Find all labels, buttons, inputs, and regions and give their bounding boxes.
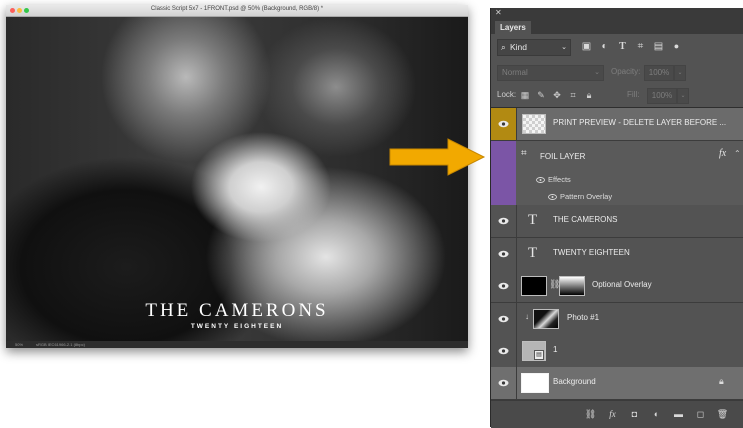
new-adjustment-layer-icon[interactable]: ◐ (650, 408, 663, 421)
eye-icon (498, 217, 509, 225)
layer-thumbnail: ▤ (522, 341, 546, 361)
layer-name: 1 (553, 345, 558, 354)
effects-label: Effects (548, 175, 571, 184)
eye-icon (498, 282, 509, 290)
type-filter-icon[interactable]: T (615, 39, 630, 54)
fx-icon[interactable]: fx (719, 148, 726, 159)
document-canvas[interactable]: THE CAMERONS TWENTY EIGHTEEN (6, 17, 468, 341)
lock-icon[interactable]: 🔒︎ (719, 376, 724, 387)
lock-artboard-icon[interactable]: ⌗ (567, 88, 579, 102)
layer-optional-overlay[interactable]: ⛓ Optional Overlay (491, 270, 743, 303)
add-layer-style-icon[interactable]: fx (606, 408, 619, 421)
new-layer-icon[interactable]: ◻ (694, 408, 707, 421)
blend-mode-value: Normal (502, 68, 528, 77)
layer-thumbnail (521, 373, 549, 393)
layer-photo-1[interactable]: ↓ Photo #1 (491, 303, 743, 336)
eye-icon (498, 250, 509, 258)
lock-row: Lock: ▦ ✎ ✥ ⌗ 🔒︎ Fill: 100% ⌄ (491, 88, 743, 104)
close-icon[interactable]: ✕ (495, 8, 502, 17)
link-layers-icon[interactable]: ⛓ (584, 408, 597, 421)
layer-name: PRINT PREVIEW - DELETE LAYER BEFORE ... (553, 118, 727, 127)
eye-icon (498, 315, 509, 323)
visibility-toggle[interactable] (491, 270, 517, 302)
status-bar: 50% sRGB IEC61966-2.1 (8bpc) (6, 341, 468, 348)
filter-toggle-icon[interactable]: ● (669, 39, 684, 54)
effect-pattern-overlay[interactable]: Pattern Overlay (560, 192, 612, 201)
chevron-down-icon: ⌄ (594, 69, 600, 76)
visibility-toggle[interactable] (491, 205, 517, 237)
layer-name: Photo #1 (567, 313, 600, 322)
layer-the-camerons[interactable]: T THE CAMERONS (491, 205, 743, 238)
kind-filter-dropdown[interactable]: ⌕ Kind ⌄ (497, 39, 571, 56)
layer-thumbnail (522, 114, 546, 134)
lock-image-icon[interactable]: ✎ (535, 88, 547, 102)
layer-name: THE CAMERONS (553, 215, 618, 224)
eye-icon (498, 120, 509, 128)
visibility-toggle[interactable] (491, 367, 517, 399)
tab-layers[interactable]: Layers (495, 21, 531, 34)
delete-layer-icon[interactable]: 🗑︎ (716, 408, 729, 421)
adjustment-filter-icon[interactable]: ◐ (597, 39, 612, 54)
kind-filter-label: Kind (510, 42, 528, 52)
fill-label: Fill: (627, 90, 640, 99)
panel-header: ✕ Layers (491, 8, 743, 34)
document-title: Classic Script 5x7 - 1FRONT.psd @ 50% (B… (150, 6, 324, 12)
layer-name: Optional Overlay (592, 280, 652, 289)
layer-print-preview[interactable]: PRINT PREVIEW - DELETE LAYER BEFORE ... (491, 108, 743, 141)
fill-field[interactable]: 100% (647, 88, 677, 104)
opacity-field[interactable]: 100% (644, 65, 674, 81)
arrow-right-icon (389, 138, 486, 176)
layer-background[interactable]: Background 🔒︎ (491, 367, 743, 400)
lock-position-icon[interactable]: ✥ (551, 88, 563, 102)
layer-1[interactable]: ▤ 1 (491, 335, 743, 368)
shape-filter-icon[interactable]: ⌗ (633, 39, 648, 54)
layer-name: TWENTY EIGHTEEN (553, 248, 630, 257)
layer-name: Background (553, 377, 596, 386)
layer-thumbnail (521, 276, 547, 296)
visibility-toggle[interactable] (491, 108, 517, 140)
lock-all-icon[interactable]: 🔒︎ (583, 88, 595, 102)
opacity-chevron-icon[interactable]: ⌄ (674, 65, 686, 81)
artboard-icon: ⌗ (521, 148, 527, 159)
chevron-down-icon: ⌄ (561, 44, 567, 51)
eye-icon (498, 379, 509, 387)
layers-panel: ✕ Layers ⌕ Kind ⌄ ▣ ◐ T ⌗ ▤ ● Normal ⌄ O… (490, 8, 743, 428)
layer-thumbnail (533, 309, 559, 329)
blend-row: Normal ⌄ Opacity: 100% ⌄ (491, 65, 743, 81)
layer-mask-thumbnail[interactable] (559, 276, 585, 296)
photo-subtitle-text: TWENTY EIGHTEEN (190, 323, 284, 330)
layer-twenty-eighteen[interactable]: T TWENTY EIGHTEEN (491, 238, 743, 271)
eye-icon[interactable] (548, 194, 557, 200)
fill-chevron-icon[interactable]: ⌄ (677, 88, 689, 104)
lock-label: Lock: (497, 90, 517, 99)
document-title-bar[interactable]: Classic Script 5x7 - 1FRONT.psd @ 50% (B… (6, 5, 468, 17)
opacity-label: Opacity: (611, 67, 641, 76)
pixel-filter-icon[interactable]: ▣ (579, 39, 594, 54)
lock-transparent-icon[interactable]: ▦ (519, 88, 531, 102)
layer-name: FOIL LAYER (540, 152, 586, 161)
visibility-toggle[interactable] (491, 238, 517, 270)
document-window: Classic Script 5x7 - 1FRONT.psd @ 50% (B… (6, 5, 468, 348)
smart-object-icon: ▤ (534, 350, 544, 360)
eye-icon[interactable] (536, 177, 545, 183)
photo-title-text: THE CAMERONS (145, 300, 329, 321)
add-mask-icon[interactable]: ◘ (628, 408, 641, 421)
search-icon: ⌕ (501, 42, 506, 52)
layers-list: PRINT PREVIEW - DELETE LAYER BEFORE ... … (491, 107, 743, 400)
document-info[interactable]: sRGB IEC61966-2.1 (8bpc) (36, 341, 85, 348)
panel-footer-toolbar: ⛓ fx ◘ ◐ ▬ ◻ 🗑︎ (491, 400, 743, 428)
clipping-mask-icon: ↓ (525, 312, 529, 321)
new-group-icon[interactable]: ▬ (672, 408, 685, 421)
type-layer-icon: T (528, 212, 538, 228)
filter-row: ⌕ Kind ⌄ ▣ ◐ T ⌗ ▤ ● (491, 36, 743, 58)
blend-mode-dropdown[interactable]: Normal ⌄ (497, 65, 604, 81)
visibility-toggle[interactable] (491, 335, 517, 367)
smart-object-filter-icon[interactable]: ▤ (651, 39, 666, 54)
eye-icon (498, 347, 509, 355)
zoom-level[interactable]: 50% (15, 341, 23, 348)
visibility-toggle[interactable] (491, 303, 517, 335)
chevron-up-icon[interactable]: ⌃ (734, 149, 741, 158)
type-layer-icon: T (528, 245, 538, 261)
